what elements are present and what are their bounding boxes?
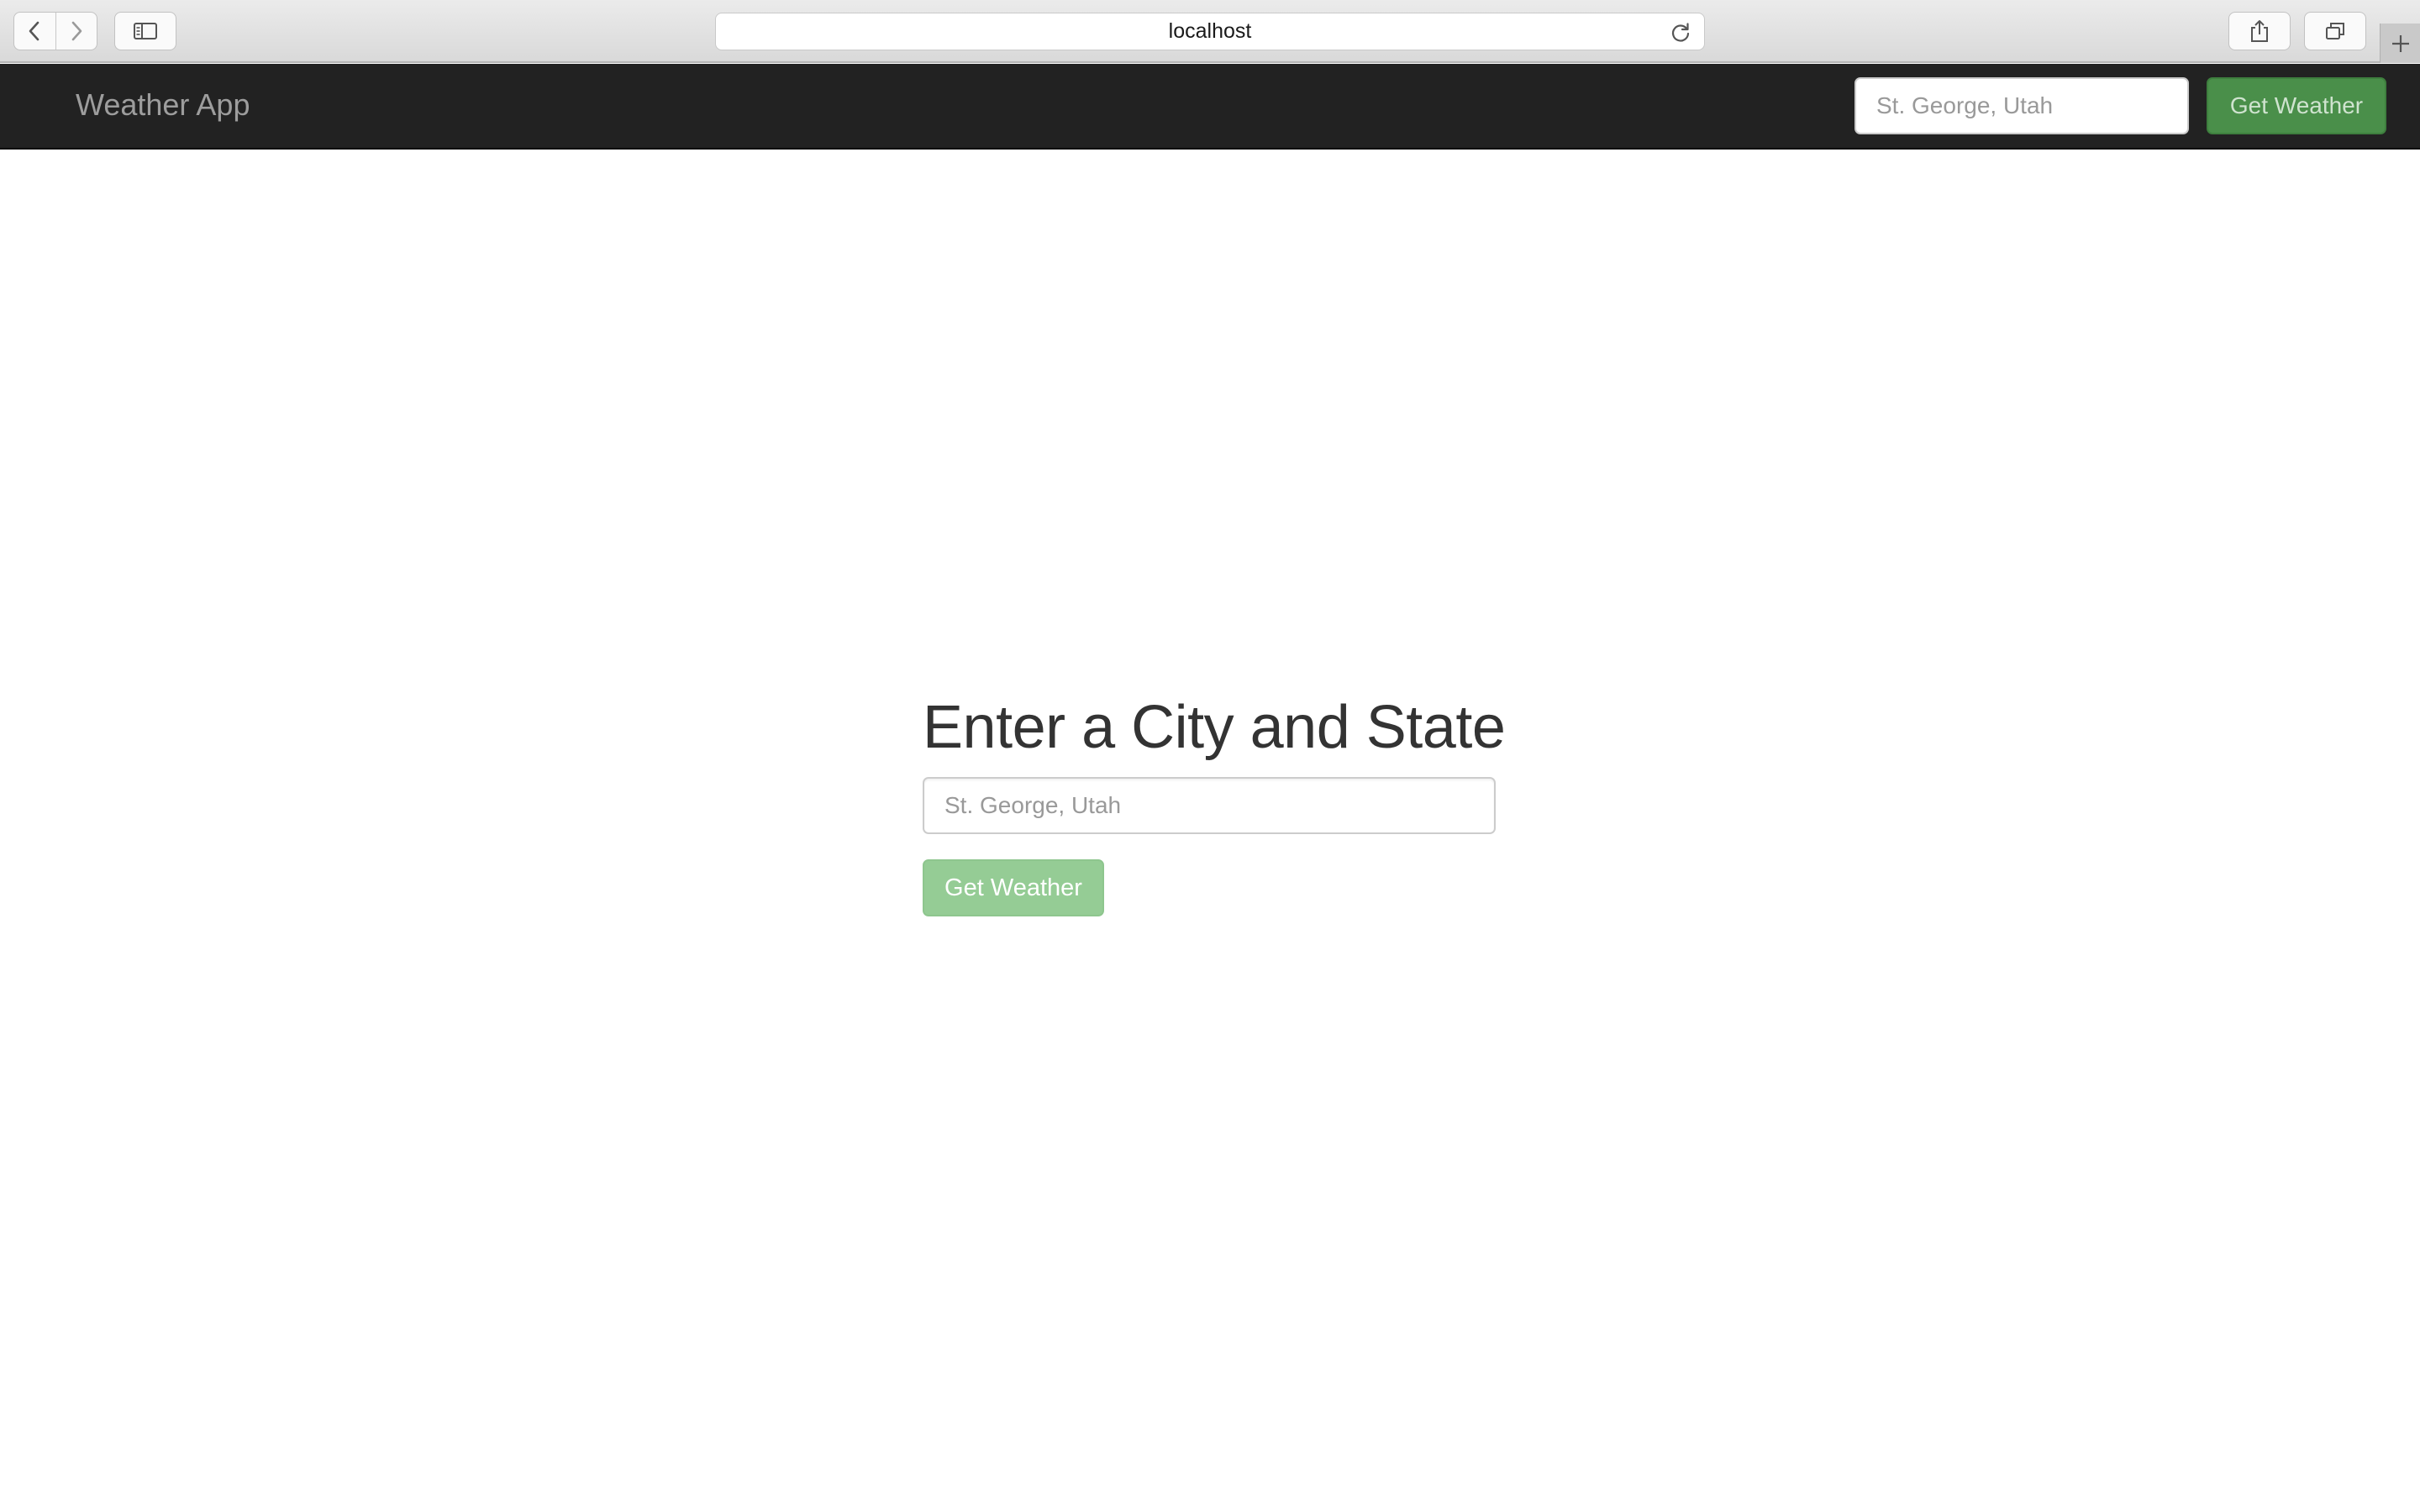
city-state-input[interactable] — [923, 777, 1496, 834]
plus-icon — [2391, 34, 2409, 52]
sidebar-icon — [134, 23, 157, 39]
tabs-overview-icon — [2326, 23, 2344, 39]
get-weather-button[interactable]: Get Weather — [923, 859, 1104, 916]
chevron-left-icon — [29, 21, 39, 41]
reload-icon[interactable] — [1669, 21, 1692, 45]
navbar-get-weather-button[interactable]: Get Weather — [2207, 77, 2386, 134]
address-bar[interactable]: localhost — [715, 13, 1705, 50]
app-navbar: Weather App Get Weather — [0, 64, 2420, 150]
page-heading: Enter a City and State — [923, 694, 1506, 761]
share-button[interactable] — [2228, 12, 2291, 50]
sidebar-button[interactable] — [114, 12, 176, 50]
address-bar-url: localhost — [1168, 19, 1252, 43]
history-nav-group — [13, 12, 97, 50]
chevron-right-icon — [71, 21, 82, 41]
back-button[interactable] — [14, 13, 55, 50]
share-icon — [2251, 20, 2268, 42]
city-form: Enter a City and State Get Weather — [923, 689, 1506, 916]
forward-button[interactable] — [55, 13, 97, 50]
navbar-brand[interactable]: Weather App — [76, 87, 250, 123]
tabs-overview-button[interactable] — [2304, 12, 2366, 50]
new-tab-button[interactable] — [2380, 24, 2420, 63]
browser-toolbar: localhost — [0, 0, 2420, 63]
navbar-search-input[interactable] — [1854, 77, 2189, 134]
